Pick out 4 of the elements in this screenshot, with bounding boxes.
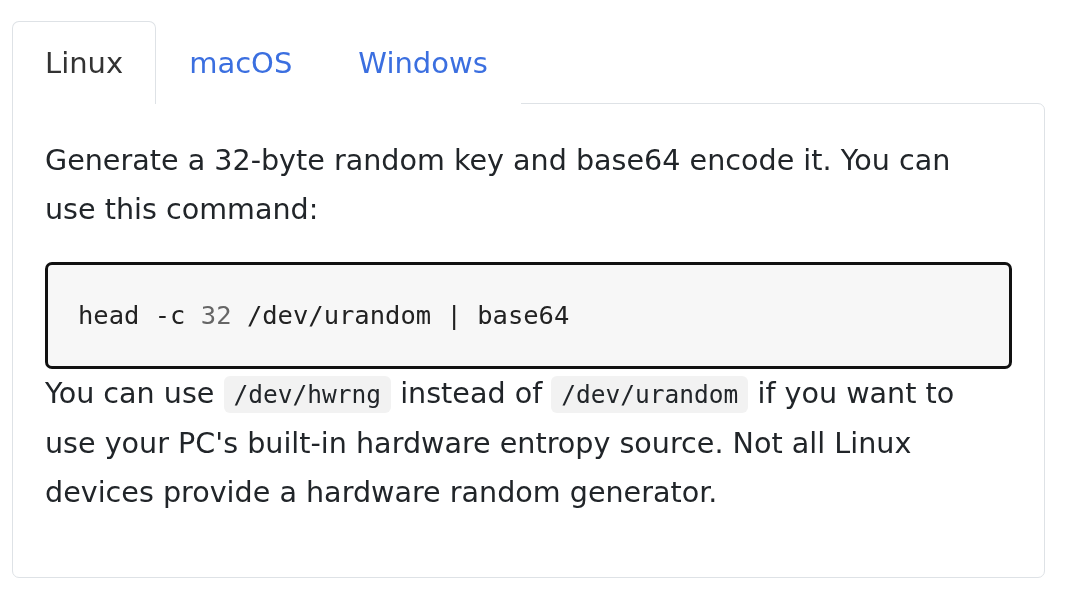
code-block: head -c 32 /dev/urandom | base64 [45,261,1012,369]
tab[interactable]: Linux [12,21,157,104]
note-text: You can use /dev/hwrng instead of /dev/urandom if you want to use your PC's built-in hardware entropy source. Not all Linux devices provide a hardware random generator. [45,374,956,511]
intro-text: Generate a 32-byte random key and base64 encode it. You can use this command: [45,141,952,228]
